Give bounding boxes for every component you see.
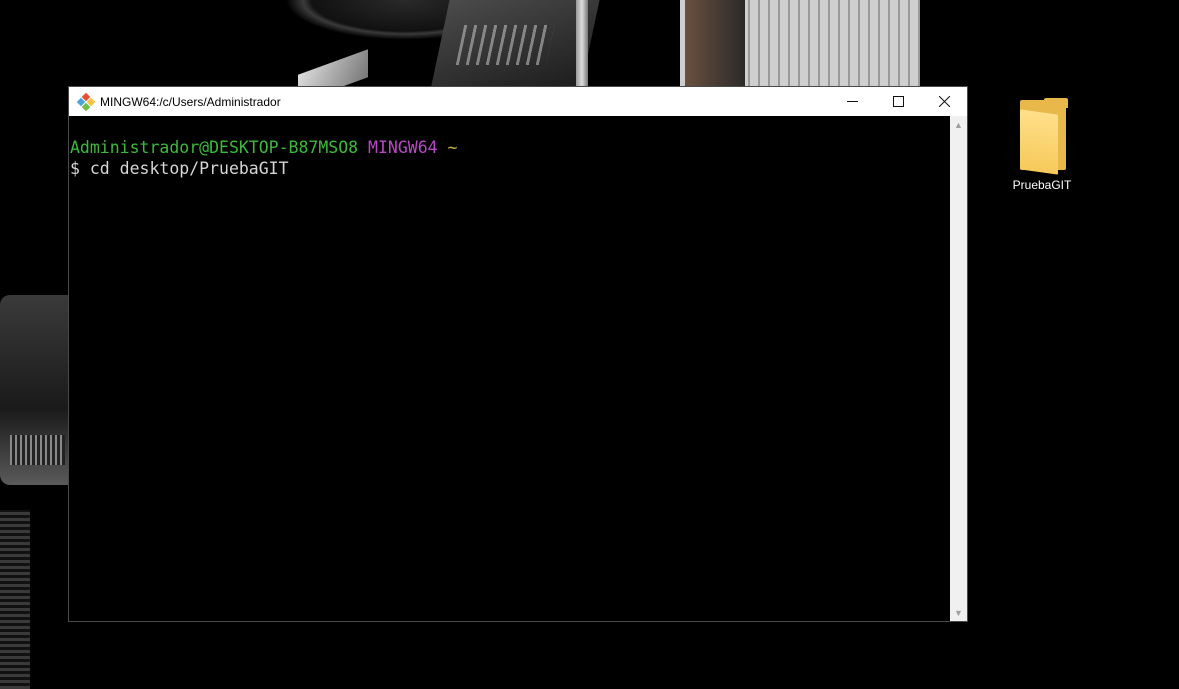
wallpaper-heatsink-side — [685, 0, 745, 90]
prompt-user: Administrador@DESKTOP-B87MSO8 — [70, 138, 359, 157]
desktop-icon-label: PruebaGIT — [1012, 178, 1072, 192]
git-bash-icon — [76, 92, 96, 111]
window-title: MINGW64:/c/Users/Administrador — [100, 94, 281, 109]
prompt-path: ~ — [447, 138, 458, 157]
title-bar[interactable]: MINGW64:/c/Users/Administrador — [69, 87, 967, 116]
wallpaper-rod — [576, 0, 588, 90]
scroll-down-arrow-icon[interactable]: ▼ — [950, 604, 967, 621]
command-line: $ cd desktop/PruebaGIT — [70, 159, 289, 178]
wallpaper-circuit-board — [430, 0, 600, 90]
maximize-icon — [892, 96, 904, 107]
folder-icon — [1014, 98, 1070, 175]
minimize-button[interactable] — [829, 87, 875, 116]
close-icon — [938, 96, 950, 107]
scroll-up-arrow-icon[interactable]: ▲ — [950, 116, 967, 133]
desktop-icon-pruebagit[interactable]: PruebaGIT — [1004, 98, 1080, 192]
close-button[interactable] — [921, 87, 967, 116]
maximize-button[interactable] — [875, 87, 921, 116]
terminal-window[interactable]: MINGW64:/c/Users/Administrador Administr… — [68, 86, 968, 622]
minimize-icon — [846, 101, 858, 102]
terminal-output[interactable]: Administrador@DESKTOP-B87MSO8 MINGW64 ~ … — [70, 116, 950, 642]
vertical-scrollbar[interactable]: ▲ ▼ — [950, 116, 967, 621]
prompt-env: MINGW64 — [368, 138, 438, 157]
prompt-line: Administrador@DESKTOP-B87MSO8 MINGW64 ~ — [70, 137, 950, 158]
wallpaper-case-part — [0, 295, 70, 485]
wallpaper-case-grille — [0, 510, 30, 689]
